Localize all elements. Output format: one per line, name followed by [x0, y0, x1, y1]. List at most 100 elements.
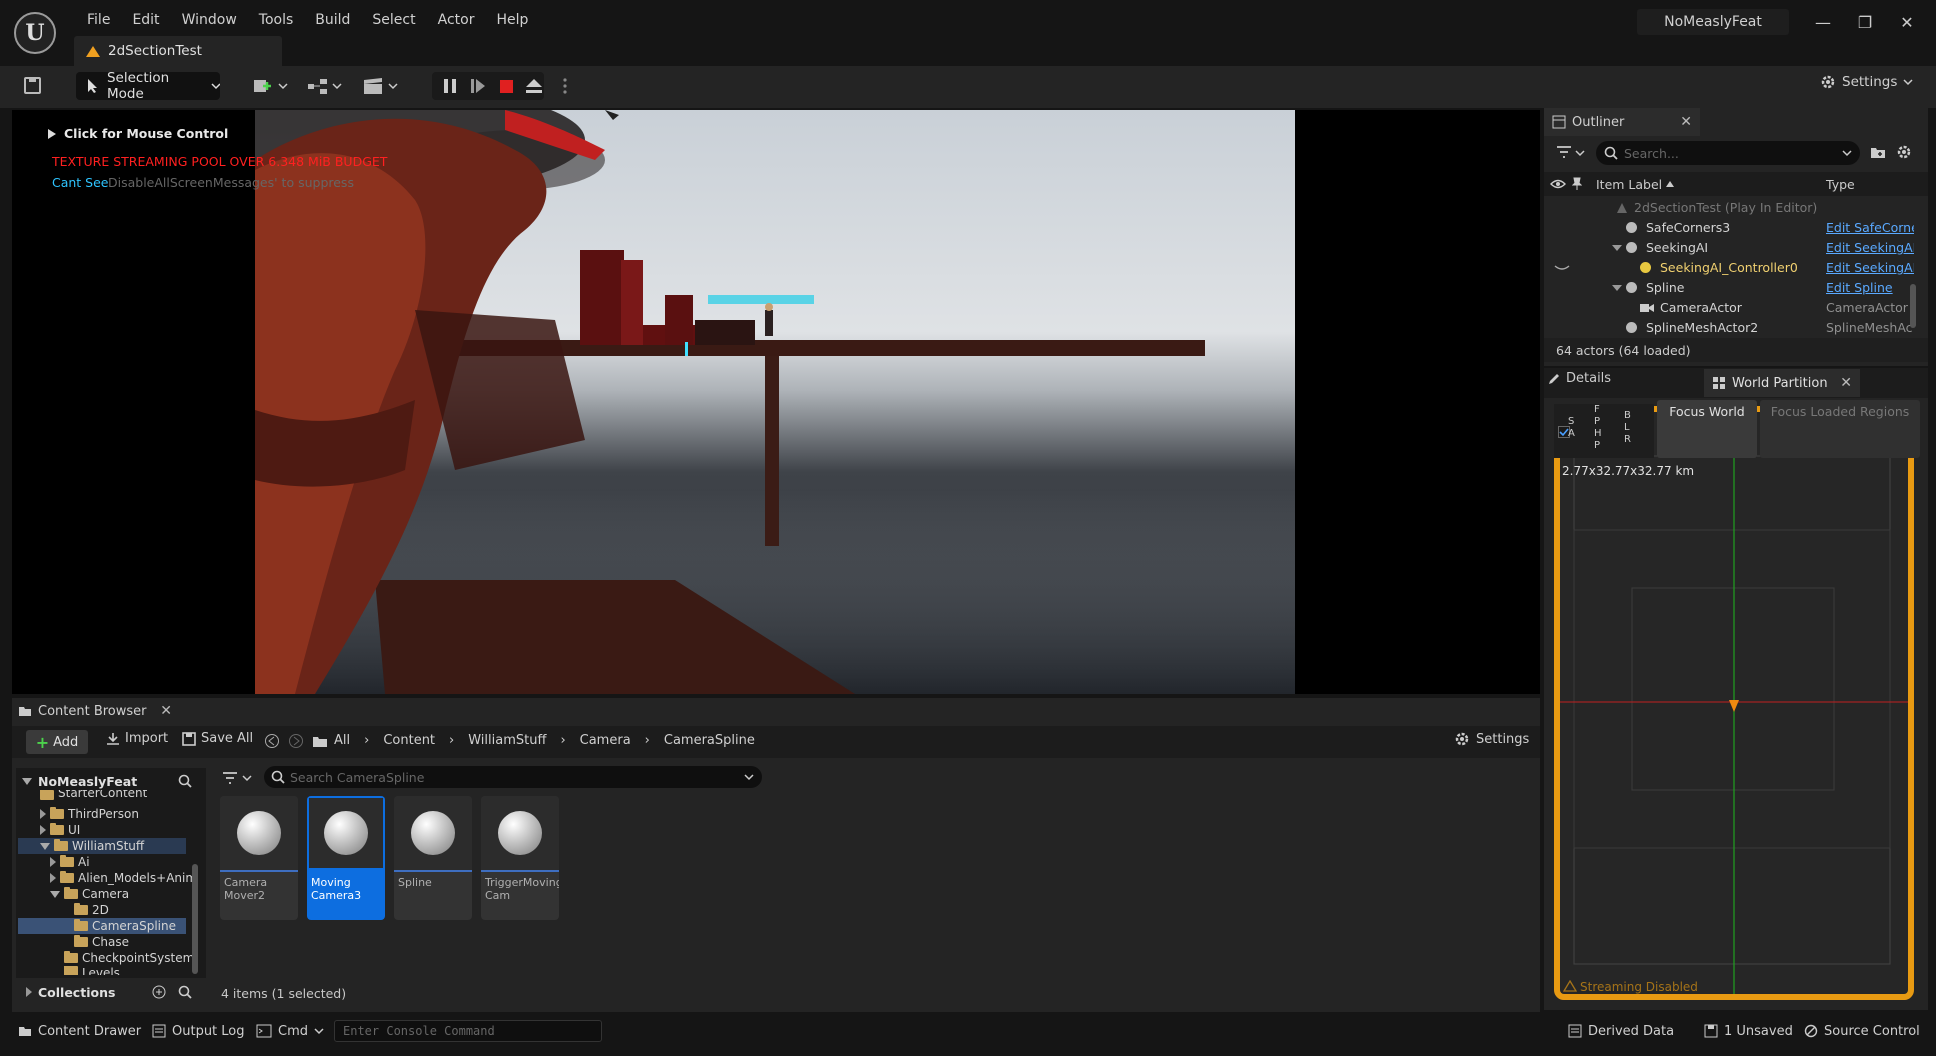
outliner-scrollbar[interactable] [1910, 284, 1916, 328]
cmd-dropdown[interactable]: Cmd [256, 1018, 324, 1044]
edit-blueprint-link[interactable]: Edit SeekingAI [1826, 240, 1914, 255]
derived-data-button[interactable]: Derived Data [1568, 1018, 1674, 1044]
world-partition-map[interactable] [1554, 406, 1914, 1000]
breadcrumb-item[interactable]: All [334, 733, 350, 748]
unreal-logo-icon[interactable]: U [14, 12, 56, 54]
chevron-down-icon[interactable] [50, 890, 60, 898]
search-icon[interactable] [178, 774, 192, 788]
menu-select[interactable]: Select [361, 12, 426, 28]
more-options-button[interactable] [560, 76, 570, 100]
menu-tools[interactable]: Tools [248, 12, 305, 28]
world-partition-tab[interactable]: World Partition ✕ [1704, 369, 1860, 397]
hidden-eye-icon[interactable] [1554, 264, 1570, 272]
asset-tile[interactable]: Camera Mover2 [220, 796, 298, 920]
asset-tile-selected[interactable]: Moving Camera3 [307, 796, 385, 920]
pin-icon[interactable] [1572, 177, 1582, 191]
tree-item[interactable]: CheckpointSystem [64, 950, 194, 966]
stop-button[interactable] [496, 76, 516, 100]
close-icon[interactable]: ✕ [160, 703, 172, 719]
content-drawer-button[interactable]: Content Drawer [18, 1018, 141, 1044]
breadcrumb-item[interactable]: Camera [580, 733, 631, 748]
unsaved-button[interactable]: 1 Unsaved [1704, 1018, 1793, 1044]
add-collection-icon[interactable] [152, 985, 166, 999]
toolbar-settings-button[interactable]: Settings [1820, 74, 1913, 90]
maximize-button[interactable]: ❐ [1850, 12, 1880, 34]
outliner-row[interactable]: SafeCorners3 Edit SafeCorne [1544, 218, 1920, 238]
expand-arrow-icon[interactable] [50, 857, 56, 867]
breadcrumb-item[interactable]: Content [383, 733, 435, 748]
blueprint-button[interactable] [306, 76, 346, 100]
expand-arrow-icon[interactable] [40, 809, 46, 819]
console-command-input[interactable]: Enter Console Command [334, 1020, 602, 1042]
tree-item[interactable]: Camera [50, 886, 129, 902]
edit-blueprint-link[interactable]: Edit SeekingAI [1826, 260, 1914, 275]
details-tab[interactable]: Details [1548, 371, 1611, 386]
cinematics-button[interactable] [362, 76, 402, 100]
tree-item[interactable]: Levels [64, 966, 120, 975]
outliner-row[interactable]: SplineMeshActor2 SplineMeshAc [1544, 318, 1920, 338]
import-button[interactable]: Import [106, 731, 168, 746]
outliner-search-input[interactable]: Search... [1596, 141, 1860, 165]
level-viewport[interactable]: Click for Mouse Control TEXTURE STREAMIN… [12, 110, 1540, 694]
save-icon[interactable] [24, 77, 41, 94]
menu-actor[interactable]: Actor [427, 12, 486, 28]
focus-world-button[interactable]: Focus World [1657, 400, 1757, 458]
visibility-eye-icon[interactable] [1550, 178, 1566, 190]
tree-item-selected[interactable]: CameraSpline [18, 918, 186, 934]
add-actor-button[interactable] [252, 76, 292, 100]
menu-build[interactable]: Build [304, 12, 361, 28]
menu-help[interactable]: Help [485, 12, 539, 28]
close-icon[interactable]: ✕ [1680, 114, 1692, 130]
level-tab[interactable]: 2dSectionTest [74, 36, 282, 66]
expand-arrow-icon[interactable] [26, 987, 32, 997]
tree-scrollbar[interactable] [192, 864, 198, 974]
minimize-button[interactable]: — [1808, 12, 1838, 34]
tree-item[interactable]: WilliamStuff [18, 838, 186, 854]
tree-item[interactable]: StarterContent [40, 790, 147, 800]
chevron-down-icon[interactable] [40, 842, 50, 850]
filter-button[interactable] [1556, 144, 1586, 166]
column-item-label[interactable]: Item Label [1596, 177, 1662, 192]
expand-arrow-icon[interactable] [50, 873, 56, 883]
asset-search-input[interactable]: Search CameraSpline [264, 766, 762, 788]
add-folder-button[interactable] [1870, 144, 1886, 164]
breadcrumb-item[interactable]: WilliamStuff [468, 733, 546, 748]
tree-item[interactable]: 2D [74, 902, 109, 918]
step-frame-button[interactable] [468, 76, 488, 100]
folder-icon[interactable] [312, 734, 328, 748]
add-button[interactable]: + Add [26, 730, 88, 754]
expand-arrow-icon[interactable] [1612, 245, 1622, 251]
tree-item[interactable]: ThirdPerson [40, 806, 139, 822]
game-scene[interactable] [255, 110, 1295, 694]
column-type[interactable]: Type [1826, 177, 1855, 192]
menu-file[interactable]: File [76, 12, 121, 28]
collections-header[interactable]: Collections [16, 980, 206, 1004]
source-control-button[interactable]: Source Control [1804, 1018, 1920, 1044]
breadcrumb-item[interactable]: CameraSpline [664, 733, 755, 748]
tree-item[interactable]: UI [40, 822, 80, 838]
tree-item[interactable]: Alien_Models+Anim [50, 870, 197, 886]
eject-button[interactable] [524, 76, 544, 100]
edit-blueprint-link[interactable]: Edit Spline [1826, 280, 1914, 295]
content-filter-button[interactable] [222, 770, 254, 790]
outliner-row[interactable]: 2dSectionTest (Play In Editor) [1544, 198, 1920, 218]
asset-tile[interactable]: TriggerMoving Cam [481, 796, 559, 920]
focus-loaded-regions-button[interactable]: Focus Loaded Regions [1760, 400, 1920, 458]
edit-blueprint-link[interactable]: Edit SafeCorne [1826, 220, 1914, 235]
save-all-button[interactable]: Save All [182, 731, 253, 746]
back-icon[interactable] [264, 733, 280, 749]
expand-arrow-icon[interactable] [40, 825, 46, 835]
forward-icon[interactable] [288, 733, 304, 749]
menu-window[interactable]: Window [171, 12, 248, 28]
outliner-tab[interactable]: Outliner ✕ [1544, 108, 1700, 136]
menu-edit[interactable]: Edit [121, 12, 170, 28]
tree-root[interactable]: NoMeaslyFeat [16, 770, 206, 792]
expand-arrow-icon[interactable] [1612, 285, 1622, 291]
tree-item[interactable]: Chase [74, 934, 129, 950]
mouse-control-hint[interactable]: Click for Mouse Control [48, 126, 228, 141]
content-browser-tab[interactable]: Content Browser ✕ [12, 698, 172, 724]
outliner-row[interactable]: CameraActor CameraActor [1544, 298, 1920, 318]
tree-item[interactable]: Ai [50, 854, 90, 870]
outliner-row[interactable]: Spline Edit Spline [1544, 278, 1920, 298]
selection-mode-dropdown[interactable]: Selection Mode [76, 70, 220, 102]
